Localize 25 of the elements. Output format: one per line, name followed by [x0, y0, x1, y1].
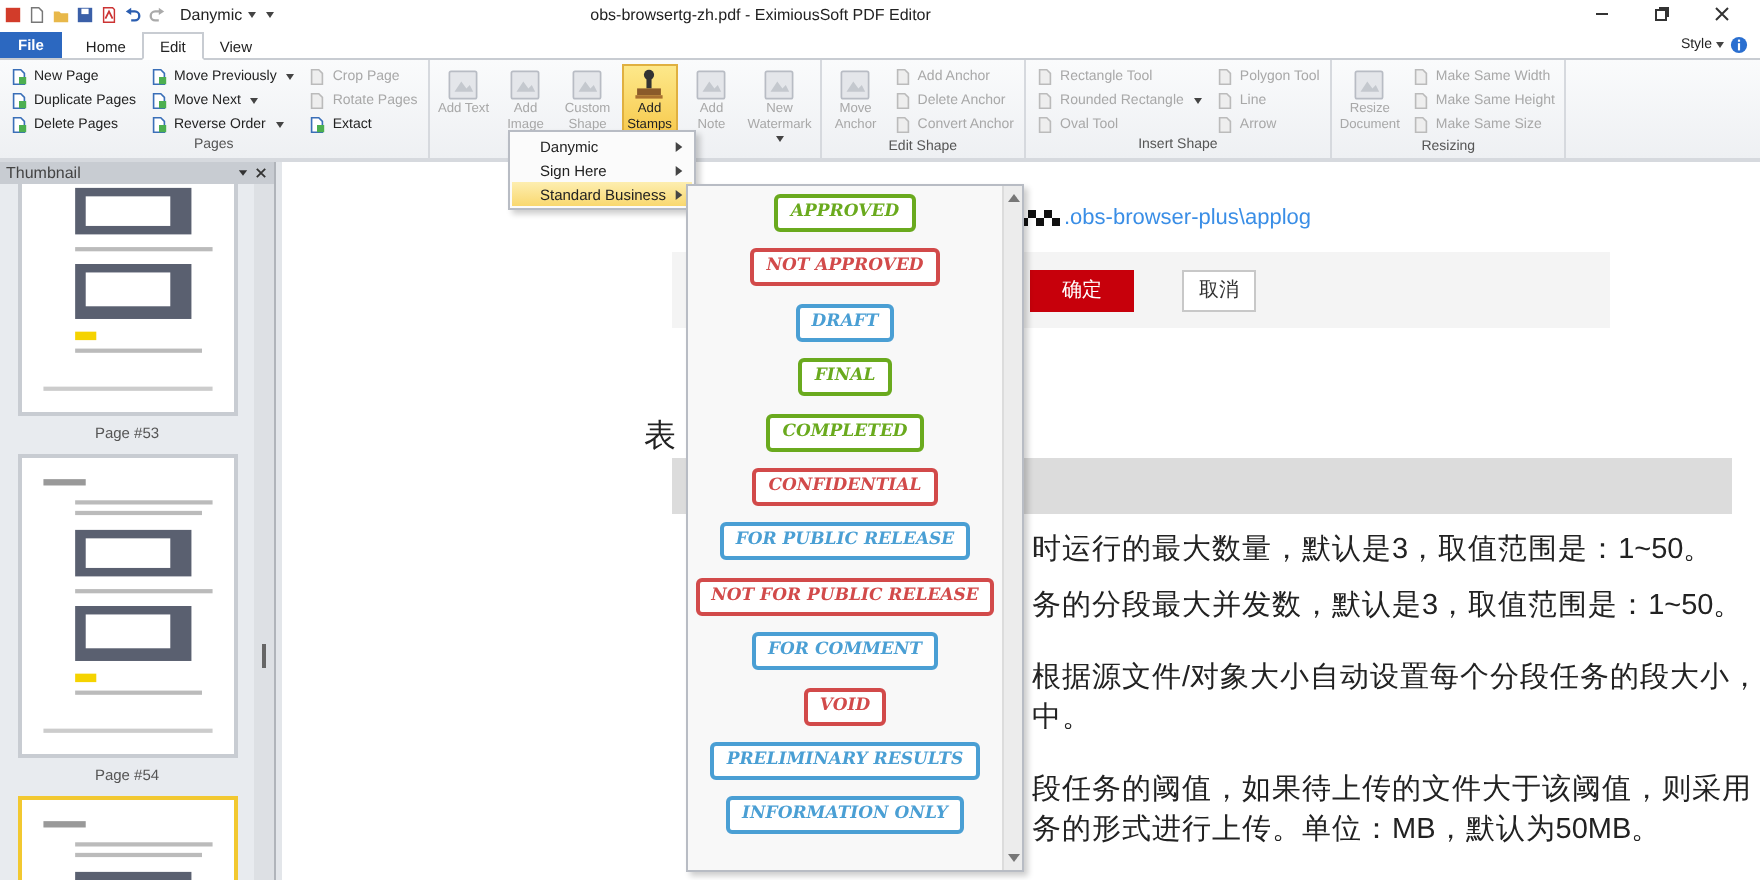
body-text: 务的分段最大并发数，默认是3，取值范围是：1~50。 [1032, 588, 1744, 626]
heading-text: 表 [644, 417, 676, 458]
cancel-button[interactable]: 取消 [1182, 269, 1256, 311]
stamp-item[interactable]: FINAL [798, 358, 892, 397]
stamp-item[interactable]: NOT APPROVED [750, 248, 940, 287]
stamp-item[interactable]: CONFIDENTIAL [752, 467, 938, 506]
theme-dropdown[interactable]: Danymic [180, 5, 257, 23]
body-text: 段任务的阈值，如果待上传的文件大于该阈值，则采用 [1032, 772, 1752, 810]
stamp-item[interactable]: NOT FOR PUBLIC RELEASE [695, 577, 995, 616]
body-text: 根据源文件/对象大小自动设置每个分段任务的段大小， [1032, 660, 1760, 698]
stamp-item[interactable]: COMPLETED [766, 413, 924, 452]
body-text: 时运行的最大数量，默认是3，取值范围是：1~50。 [1032, 532, 1714, 570]
stamp-item[interactable]: INFORMATION ONLY [726, 796, 964, 835]
stamp-item[interactable]: APPROVED [774, 194, 916, 232]
body-text: 务的形式进行上传。单位：MB，默认为50MB。 [1032, 812, 1662, 850]
stamp-item[interactable]: DRAFT [795, 303, 895, 342]
panel-title: Thumbnail [6, 164, 81, 182]
window-title: obs-browsertg-zh.pdf - EximiousSoft PDF Editor [590, 5, 931, 23]
body-text: 中。 [1032, 700, 1092, 738]
stamp-item[interactable]: FOR PUBLIC RELEASE [719, 522, 971, 561]
stamp-item[interactable]: FOR COMMENT [751, 632, 939, 671]
ok-button[interactable]: 确定 [1030, 269, 1134, 311]
path-link[interactable]: .obs-browser-plus\applog [1064, 206, 1312, 230]
stamp-item[interactable]: PRELIMINARY RESULTS [710, 741, 980, 780]
stamp-item[interactable]: VOID [803, 687, 887, 726]
